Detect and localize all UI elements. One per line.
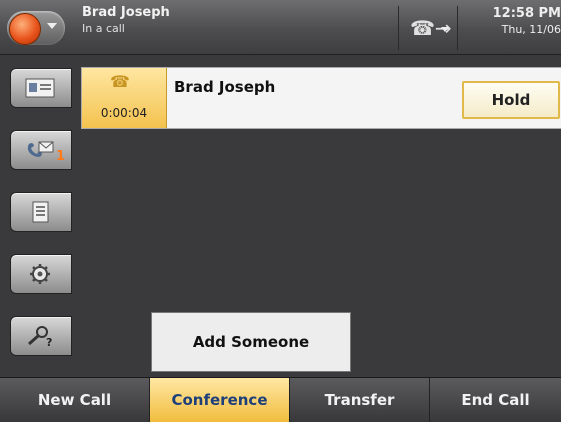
nav-directory-button[interactable]: [10, 192, 72, 232]
call-forward-button[interactable]: ☎→: [398, 6, 458, 50]
svg-text:?: ?: [46, 336, 52, 347]
messages-count-badge: 1: [56, 149, 66, 164]
active-call-row[interactable]: ☎ 0:00:04 Brad Joseph Hold: [81, 67, 561, 129]
end-call-button[interactable]: End Call: [430, 378, 561, 422]
new-call-button[interactable]: New Call: [0, 378, 150, 422]
nav-help-button[interactable]: ?: [10, 316, 72, 356]
ringing-phone-icon: ☎: [110, 72, 130, 91]
clock: 12:58 PM Thu, 11/06: [468, 6, 561, 36]
conference-button[interactable]: Conference: [150, 378, 290, 422]
call-duration: 0:00:04: [100, 106, 148, 120]
current-caller-info: Brad Joseph In a call: [82, 5, 170, 35]
presence-toggle[interactable]: [7, 11, 65, 45]
voicemail-icon: [27, 141, 54, 157]
status-bar: Brad Joseph In a call ☎→ 12:58 PM Thu, 1…: [0, 0, 561, 55]
nav-settings-button[interactable]: [10, 254, 72, 294]
chevron-down-icon: [47, 23, 57, 29]
hold-button[interactable]: Hold: [462, 81, 560, 119]
clock-time: 12:58 PM: [492, 6, 561, 21]
chevron-down-icon: [441, 27, 449, 32]
call-state: In a call: [82, 22, 125, 35]
gear-icon: [30, 264, 50, 284]
nav-contacts-button[interactable]: [10, 68, 72, 108]
presence-busy-icon: [9, 13, 41, 45]
softkey-bar: New Call Conference Transfer End Call: [0, 377, 561, 422]
directory-icon: [32, 201, 49, 223]
contact-card-icon: [25, 78, 55, 98]
call-contact-name: Brad Joseph: [174, 78, 276, 96]
call-status-indicator: ☎ 0:00:04: [82, 68, 167, 128]
nav-messages-button[interactable]: 1: [10, 130, 72, 170]
caller-name: Brad Joseph: [82, 5, 170, 20]
add-someone-button[interactable]: Add Someone: [151, 312, 351, 372]
clock-date: Thu, 11/06: [501, 23, 561, 36]
transfer-button[interactable]: Transfer: [290, 378, 430, 422]
help-search-icon: ?: [28, 326, 52, 347]
